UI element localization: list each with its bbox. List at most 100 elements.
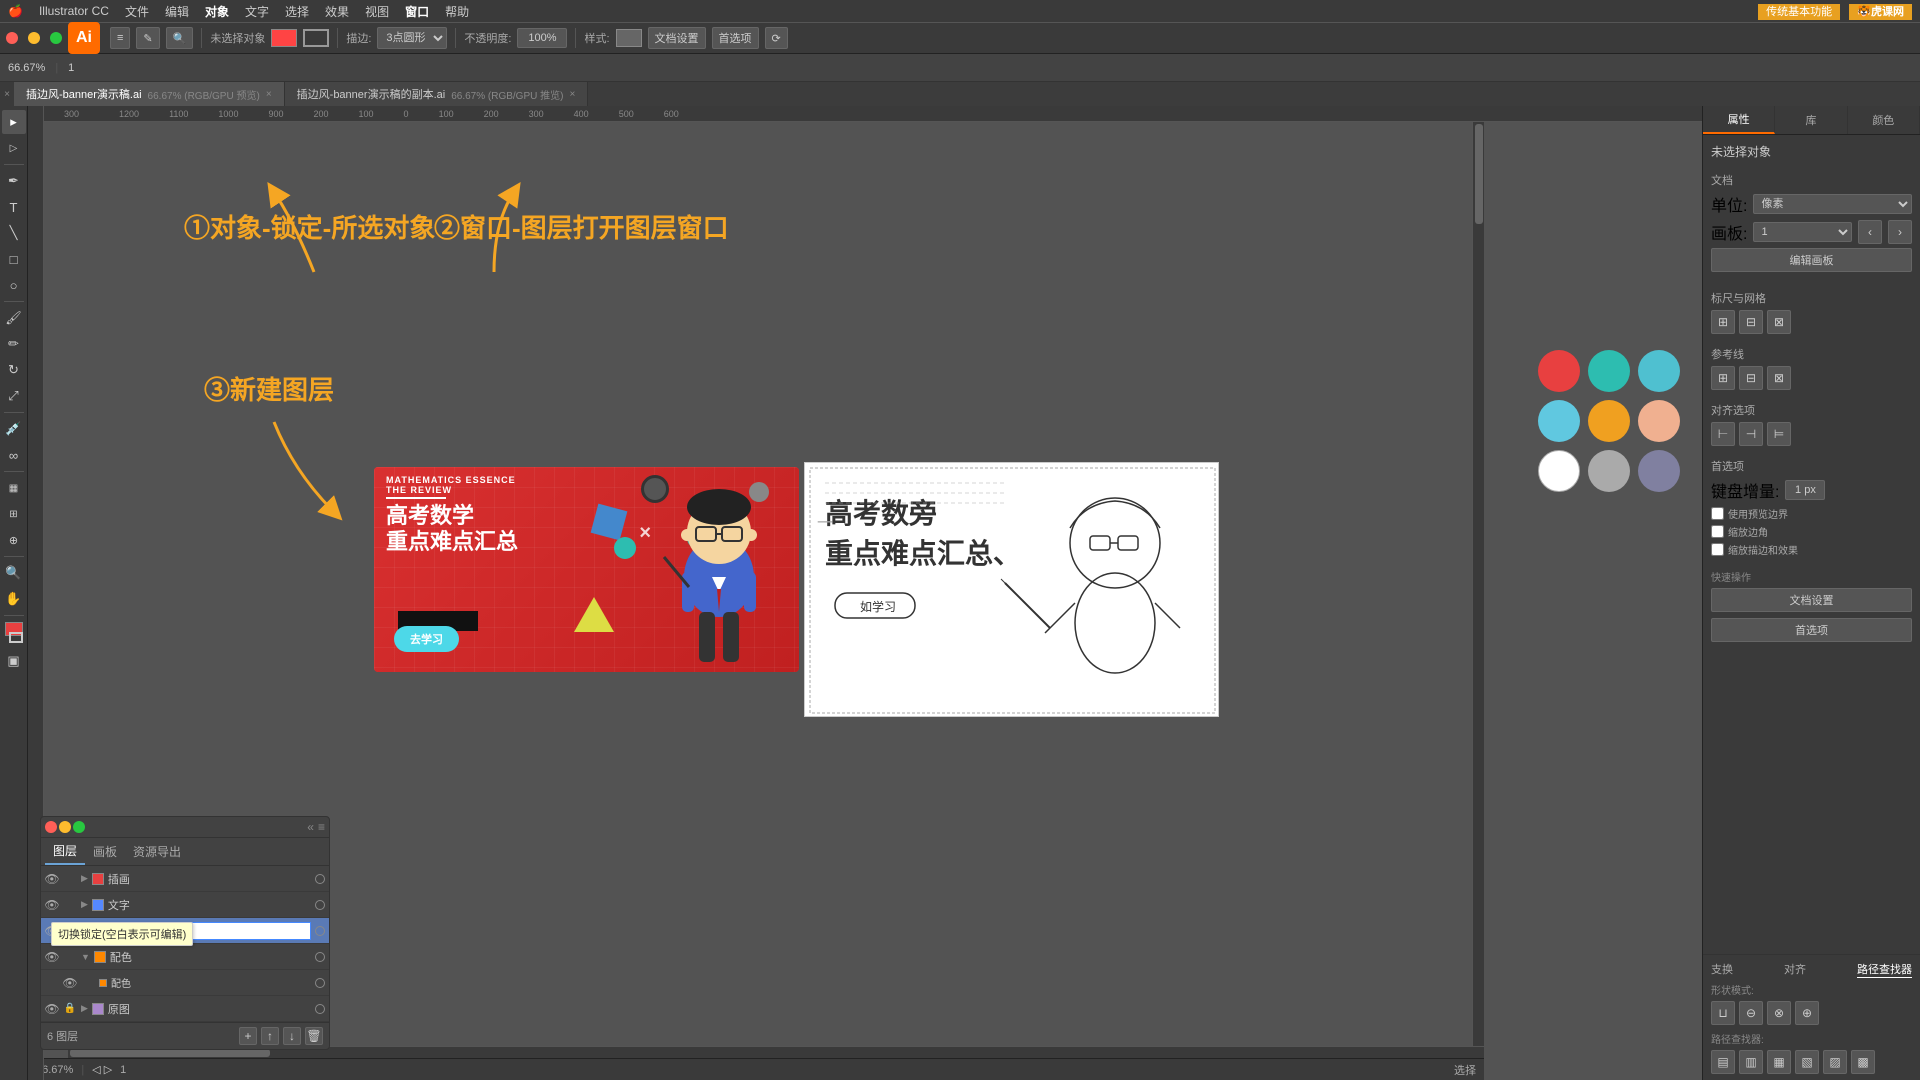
swatch-lightblue[interactable] — [1538, 400, 1580, 442]
menu-help[interactable]: 帮助 — [445, 3, 469, 20]
banner-learn-btn[interactable]: 去学习 — [394, 626, 459, 652]
layer-row-0[interactable]: 👁 ▶ 插画 — [41, 866, 329, 892]
paintbrush-tool[interactable]: 🖌 — [2, 306, 26, 330]
pf-4[interactable]: ▧ — [1795, 1050, 1819, 1074]
ref-icon-3[interactable]: ⊠ — [1767, 366, 1791, 390]
align-tab[interactable]: 对齐 — [1784, 961, 1806, 978]
layers-menu[interactable]: ≡ — [318, 820, 325, 834]
layers-close[interactable] — [45, 821, 57, 833]
swatch-gray[interactable] — [1588, 450, 1630, 492]
layer-0-lock[interactable] — [63, 872, 77, 886]
arrange-icon-btn[interactable]: ⟳ — [765, 27, 788, 49]
style-swatch[interactable] — [616, 29, 642, 47]
pf-3[interactable]: ▦ — [1767, 1050, 1791, 1074]
swatch-purplegray[interactable] — [1638, 450, 1680, 492]
maximize-btn[interactable] — [50, 32, 62, 44]
layer-sub-lock[interactable] — [81, 976, 95, 990]
rect-tool[interactable]: □ — [2, 247, 26, 271]
ref-icon-2[interactable]: ⊟ — [1739, 366, 1763, 390]
scale-effects-cb[interactable] — [1711, 543, 1724, 556]
menu-file[interactable]: 文件 — [125, 3, 149, 20]
tab-1-close[interactable]: × — [266, 89, 272, 100]
tab-new[interactable]: × — [0, 82, 14, 106]
menu-effects[interactable]: 效果 — [325, 3, 349, 20]
tab-library[interactable]: 库 — [1775, 106, 1847, 134]
stroke-select[interactable]: 3点圆形 — [377, 27, 447, 49]
menu-select[interactable]: 选择 — [285, 3, 309, 20]
layer-0-expand[interactable]: ▶ — [81, 873, 88, 884]
selection-tool[interactable]: ▸ — [2, 110, 26, 134]
blend-tool[interactable]: ∞ — [2, 443, 26, 467]
layer-0-eye[interactable]: 👁 — [45, 872, 59, 886]
tools-btn[interactable]: ✎ — [136, 27, 159, 49]
layer-row-3[interactable]: 👁 ▼ 配色 — [41, 944, 329, 970]
zoom-level[interactable]: 66.67% — [8, 62, 45, 74]
hand-tool[interactable]: ✋ — [2, 587, 26, 611]
preview-bounds-cb[interactable] — [1711, 507, 1724, 520]
preferences-btn[interactable]: 首选项 — [712, 27, 759, 49]
keyboard-input[interactable] — [1785, 480, 1825, 500]
shape-union[interactable]: ⊔ — [1711, 1001, 1735, 1025]
pf-6[interactable]: ▩ — [1851, 1050, 1875, 1074]
menu-window[interactable]: 窗口 — [405, 3, 429, 20]
align-opt-2[interactable]: ⊣ — [1739, 422, 1763, 446]
apple-menu[interactable]: 🍎 — [8, 4, 23, 18]
layers-collapse[interactable]: « — [307, 820, 314, 834]
layers-tab-layers[interactable]: 图层 — [45, 838, 85, 865]
rotate-tool[interactable]: ↻ — [2, 358, 26, 382]
menu-object[interactable]: 对象 — [205, 3, 229, 20]
layer-sub-row[interactable]: 👁 配色 — [41, 970, 329, 996]
pencil-tool[interactable]: ✏ — [2, 332, 26, 356]
stroke-color[interactable] — [303, 29, 329, 47]
doc-settings-btn[interactable]: 文档设置 — [648, 27, 706, 49]
layers-delete[interactable]: 🗑 — [305, 1027, 323, 1045]
swatch-orange[interactable] — [1588, 400, 1630, 442]
pf-2[interactable]: ▥ — [1739, 1050, 1763, 1074]
artboard-select[interactable]: 1 — [1753, 222, 1852, 242]
stroke-indicator[interactable] — [9, 632, 23, 643]
swatch-peach[interactable] — [1638, 400, 1680, 442]
corner-scale-cb[interactable] — [1711, 525, 1724, 538]
layer-sub-eye[interactable]: 👁 — [63, 976, 77, 990]
ellipse-tool[interactable]: ○ — [2, 273, 26, 297]
layer-3-expand[interactable]: ▼ — [81, 952, 90, 962]
text-tool[interactable]: T — [2, 195, 26, 219]
tab-color[interactable]: 颜色 — [1848, 106, 1920, 134]
layer-1-lock[interactable] — [63, 898, 77, 912]
opacity-input[interactable] — [517, 28, 567, 48]
ref-icon-1[interactable]: ⊞ — [1711, 366, 1735, 390]
layer-4-expand[interactable]: ▶ — [81, 1003, 88, 1014]
layer-3-lock[interactable] — [63, 950, 77, 964]
gradient-tool[interactable]: ▦ — [2, 476, 26, 500]
quick-pref[interactable]: 首选项 — [1711, 618, 1912, 642]
layer-4-eye[interactable]: 👁 — [45, 1002, 59, 1016]
menu-view[interactable]: 视图 — [365, 3, 389, 20]
scale-tool[interactable]: ⤢ — [2, 384, 26, 408]
swatch-white[interactable] — [1538, 450, 1580, 492]
layer-1-eye[interactable]: 👁 — [45, 898, 59, 912]
tab-properties[interactable]: 属性 — [1703, 106, 1775, 134]
align-icon-1[interactable]: ⊞ — [1711, 310, 1735, 334]
search-btn[interactable]: 🔍 — [166, 27, 194, 49]
menu-illustrator[interactable]: Illustrator CC — [39, 4, 109, 18]
artboard-next[interactable]: › — [1888, 220, 1912, 244]
menu-text[interactable]: 文字 — [245, 3, 269, 20]
layer-row-4[interactable]: 👁 🔒 ▶ 原图 — [41, 996, 329, 1022]
pen-tool[interactable]: ✒ — [2, 169, 26, 193]
layers-move-down[interactable]: ↓ — [283, 1027, 301, 1045]
vertical-scrollbar[interactable] — [1472, 122, 1484, 1046]
menu-edit[interactable]: 编辑 — [165, 3, 189, 20]
layer-1-expand[interactable]: ▶ — [81, 899, 88, 910]
swatch-cyan[interactable] — [1638, 350, 1680, 392]
align-opt-1[interactable]: ⊢ — [1711, 422, 1735, 446]
eyedropper-tool[interactable]: 💉 — [2, 417, 26, 441]
pf-5[interactable]: ▨ — [1823, 1050, 1847, 1074]
align-icon-3[interactable]: ⊠ — [1767, 310, 1791, 334]
artboard-prev[interactable]: ‹ — [1858, 220, 1882, 244]
tab-1[interactable]: 插边风-banner演示稿.ai 66.67% (RGB/GPU 预览) × — [14, 82, 285, 106]
zoom-tool[interactable]: 🔍 — [2, 561, 26, 585]
edit-artboard-btn[interactable]: 编辑画板 — [1711, 248, 1912, 272]
shape-intersect[interactable]: ⊗ — [1767, 1001, 1791, 1025]
shape-minus[interactable]: ⊖ — [1739, 1001, 1763, 1025]
layers-min[interactable] — [59, 821, 71, 833]
